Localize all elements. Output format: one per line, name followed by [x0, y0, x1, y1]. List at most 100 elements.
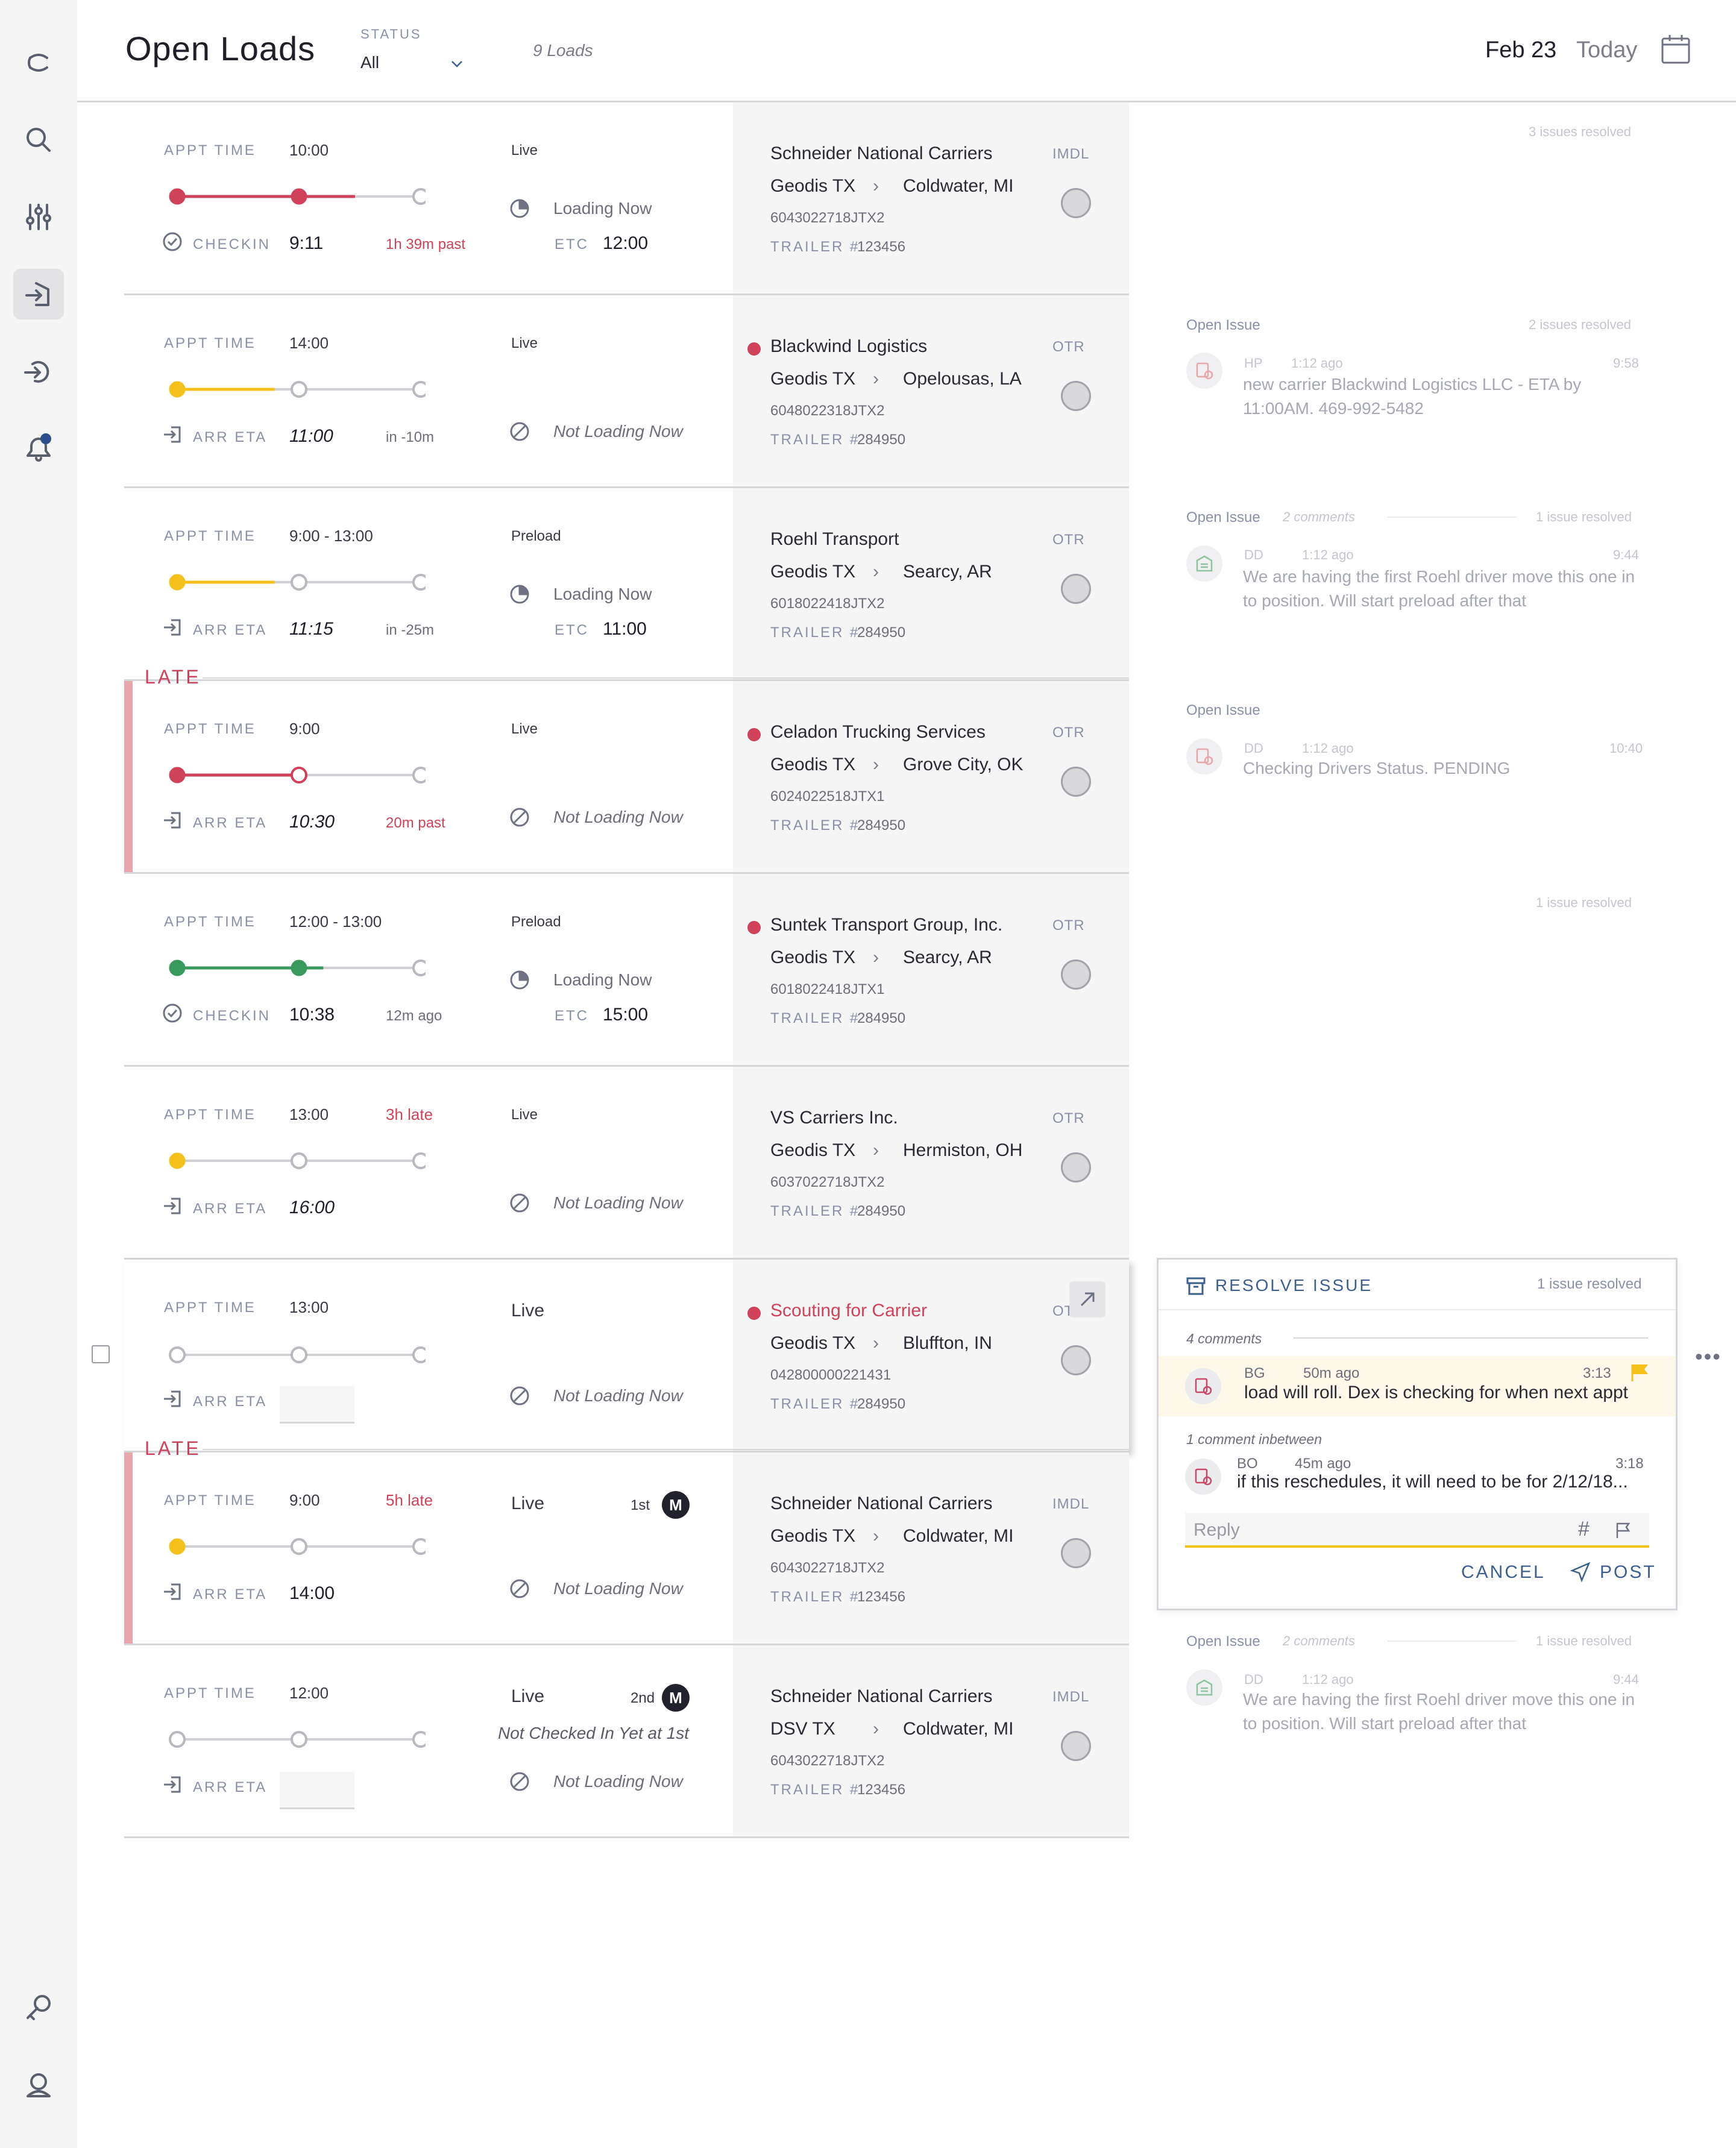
appt-time-label: APPT TIME — [164, 335, 256, 351]
flag-outline-icon[interactable] — [1614, 1521, 1632, 1539]
carrier-name[interactable]: Blackwind Logistics — [770, 336, 927, 357]
row-checkbox[interactable] — [92, 1345, 110, 1363]
trailer-label: TRAILER # — [770, 432, 860, 448]
load-row[interactable]: APPT TIME 9:00 ARR ETA 10:30 20m past Live Not… — [124, 681, 1129, 874]
carrier-name[interactable]: Schneider National Carriers — [770, 143, 993, 164]
more-options-icon[interactable]: ••• — [1695, 1344, 1722, 1369]
notifications-icon[interactable] — [13, 423, 64, 474]
key-icon[interactable] — [13, 1983, 64, 2033]
issue-initials: DD — [1244, 547, 1263, 562]
comments-count[interactable]: 4 comments — [1186, 1331, 1262, 1347]
appt-time-label: APPT TIME — [164, 721, 256, 737]
load-type: Live — [511, 1301, 545, 1321]
carrier-name[interactable]: Roehl Transport — [770, 529, 899, 550]
progress-node — [169, 188, 186, 205]
load-row[interactable]: APPT TIME 12:00 ARR ETA Live 2nd M Not Checked… — [124, 1645, 1129, 1838]
etc-label: ETC — [555, 1008, 589, 1024]
hashtag-icon[interactable]: # — [1578, 1518, 1590, 1541]
carrier-name[interactable]: Schneider National Carriers — [770, 1686, 993, 1707]
filters-icon[interactable] — [13, 192, 64, 242]
chevron-right-icon: › — [873, 1719, 879, 1739]
eta-input[interactable] — [280, 1386, 354, 1424]
today-button[interactable]: Today — [1576, 37, 1637, 63]
user-icon[interactable] — [13, 2060, 64, 2111]
send-icon[interactable] — [1570, 1561, 1591, 1583]
late-divider — [203, 677, 1129, 679]
divider — [1294, 1337, 1648, 1339]
current-date: Feb 23 — [1485, 37, 1557, 63]
logo-icon[interactable] — [13, 37, 64, 88]
load-row[interactable]: APPT TIME 13:00 3h late ARR ETA 16:00 Live Not… — [124, 1067, 1129, 1260]
issue-avatar — [1186, 1669, 1222, 1706]
reply-input[interactable]: Reply # — [1185, 1513, 1649, 1548]
mode-label: IMDL — [1052, 1496, 1090, 1512]
open-issue-label: Open Issue — [1186, 702, 1260, 718]
appt-time-label: APPT TIME — [164, 528, 256, 544]
mode-label: IMDL — [1052, 146, 1090, 162]
appt-time-value: 10:00 — [289, 141, 329, 159]
inbound-icon[interactable] — [13, 269, 64, 319]
comments-count[interactable]: 2 comments — [1283, 509, 1355, 525]
mode-label: OTR — [1052, 532, 1085, 548]
load-row[interactable]: APPT TIME 14:00 ARR ETA 11:00 in -10m Live Not… — [124, 295, 1129, 488]
status-circle[interactable] — [1061, 959, 1091, 990]
appt-time-value: 9:00 - 13:00 — [289, 527, 373, 545]
load-row[interactable]: APPT TIME 9:00 5h late ARR ETA 14:00 Live 1st M… — [124, 1452, 1129, 1645]
calendar-icon[interactable] — [1659, 33, 1693, 66]
late-note: 5h late — [386, 1491, 433, 1509]
trailer-label: TRAILER # — [770, 624, 860, 641]
status-circle[interactable] — [1061, 1731, 1091, 1761]
comments-between[interactable]: 1 comment inbetween — [1186, 1431, 1322, 1448]
carrier-name[interactable]: VS Carriers Inc. — [770, 1108, 898, 1128]
sub-label: ARR ETA — [193, 1586, 268, 1603]
carrier-name[interactable]: Schneider National Carriers — [770, 1493, 993, 1514]
chevron-right-icon: › — [873, 1333, 879, 1353]
progress-node — [169, 1731, 186, 1748]
flag-icon[interactable] — [1629, 1362, 1650, 1384]
clock-icon — [509, 969, 530, 991]
load-row[interactable]: APPT TIME 10:00 CHECKIN 9:11 1h 39m past Live… — [124, 102, 1129, 295]
status-circle[interactable] — [1061, 188, 1091, 218]
search-icon[interactable] — [13, 115, 64, 165]
load-type: Live — [511, 1493, 545, 1513]
progress-track — [169, 574, 426, 591]
carrier-name[interactable]: Suntek Transport Group, Inc. — [770, 915, 1002, 935]
eta-input[interactable] — [280, 1772, 354, 1809]
status-circle[interactable] — [1061, 1152, 1091, 1182]
chevron-right-icon: › — [873, 562, 879, 582]
status-circle[interactable] — [1061, 574, 1091, 604]
carrier-name[interactable]: Scouting for Carrier — [770, 1301, 927, 1321]
expand-icon[interactable] — [1069, 1281, 1105, 1317]
arrival-icon — [162, 617, 183, 638]
post-button[interactable]: POST — [1600, 1562, 1656, 1583]
status-circle[interactable] — [1061, 767, 1091, 797]
origin: Geodis TX — [770, 947, 856, 967]
load-row[interactable]: APPT TIME 9:00 - 13:00 ARR ETA 11:15 in -25m… — [124, 488, 1129, 681]
issues-resolved: 3 issues resolved — [1529, 124, 1631, 139]
load-row[interactable]: APPT TIME 13:00 ARR ETA Live Not Loading Now… — [124, 1260, 1129, 1452]
cancel-button[interactable]: CANCEL — [1461, 1562, 1546, 1583]
load-row[interactable]: APPT TIME 12:00 - 13:00 CHECKIN 10:38 12m ag… — [124, 874, 1129, 1067]
clock-icon — [509, 583, 530, 605]
origin: Geodis TX — [770, 562, 856, 582]
status-circle[interactable] — [1061, 1345, 1091, 1375]
trailer-number: 284950 — [857, 1396, 906, 1412]
late-tag: LATE — [145, 666, 201, 688]
progress-node — [169, 381, 186, 398]
comments-count[interactable]: 2 comments — [1283, 1633, 1355, 1649]
carrier-alert-dot — [747, 342, 761, 356]
outbound-icon[interactable] — [13, 346, 64, 397]
m-badge: M — [662, 1684, 690, 1712]
chevron-down-icon[interactable] — [448, 55, 465, 72]
status-circle[interactable] — [1061, 1538, 1091, 1568]
sub-label: ARR ETA — [193, 1779, 268, 1795]
archive-icon[interactable] — [1185, 1275, 1207, 1296]
sub-label: CHECKIN — [193, 236, 271, 253]
loading-status: Not Loading Now — [553, 808, 683, 826]
reference-number: 6018022418JTX2 — [770, 595, 885, 612]
resolve-issue-button[interactable]: RESOLVE ISSUE — [1215, 1276, 1373, 1295]
m-badge: M — [662, 1491, 690, 1519]
carrier-name[interactable]: Celadon Trucking Services — [770, 722, 986, 743]
status-circle[interactable] — [1061, 381, 1091, 411]
sub-time: 11:15 — [289, 619, 333, 639]
